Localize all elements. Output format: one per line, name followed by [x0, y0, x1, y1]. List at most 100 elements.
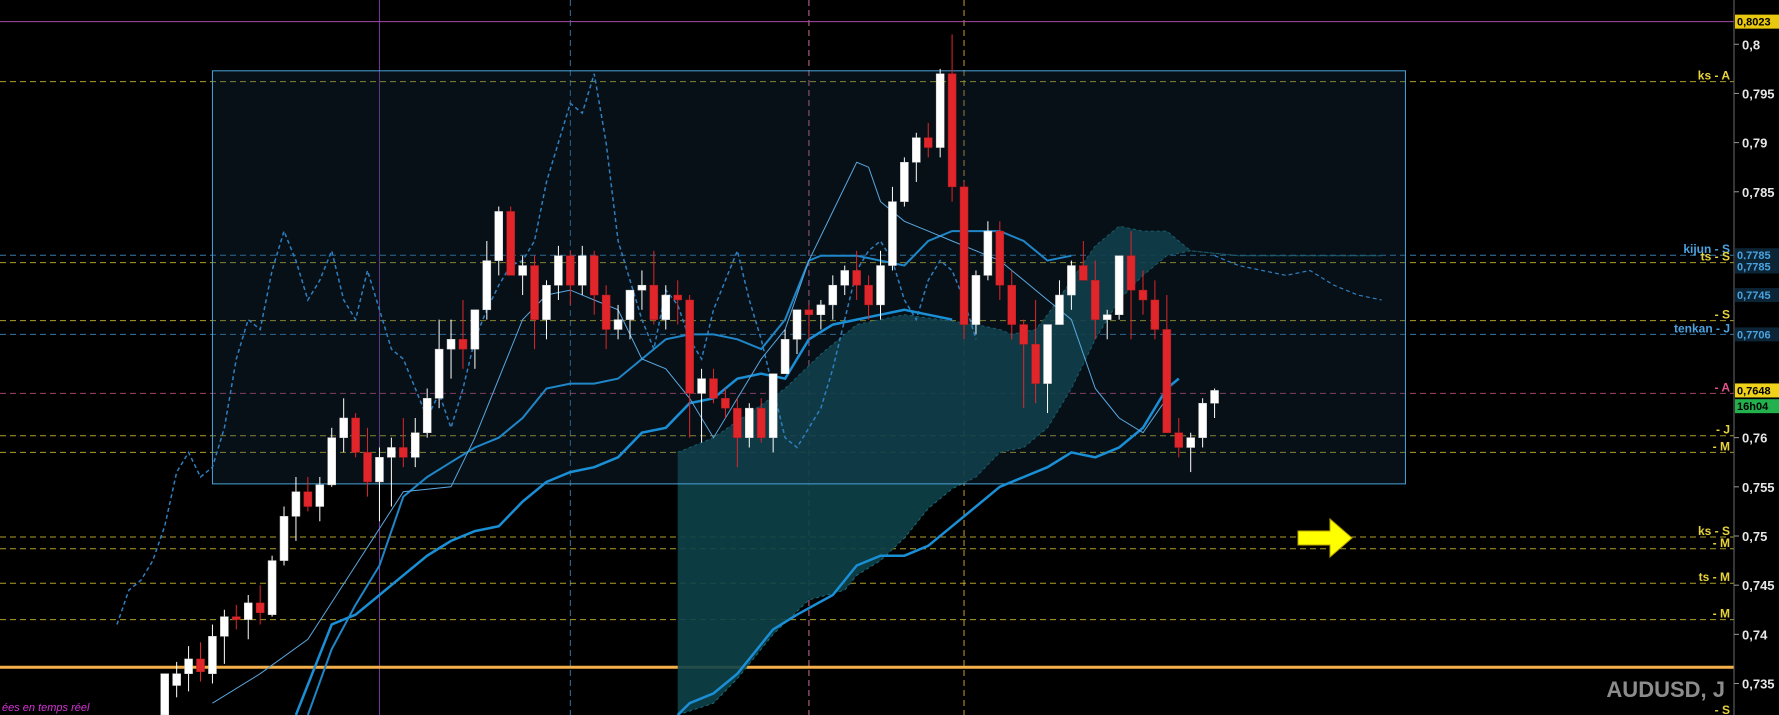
candle-body-60	[876, 265, 885, 306]
candle-body-85	[1174, 432, 1184, 448]
candle-body-69	[983, 230, 993, 276]
candle-body-62	[900, 162, 909, 202]
candle-body-21	[411, 432, 420, 458]
candle-body-9	[267, 560, 277, 615]
candle-body-50	[756, 407, 766, 438]
candle-body-48	[733, 407, 742, 438]
level-label-6: - J	[1716, 423, 1730, 437]
candle-body-64	[923, 137, 933, 148]
candle-body-54	[804, 309, 814, 315]
price-tag-label-3: 0,7745	[1737, 290, 1771, 302]
candle-body-45	[697, 378, 706, 394]
candle-body-75	[1055, 294, 1064, 325]
candle-body-25	[458, 339, 468, 350]
candle-body-49	[745, 407, 754, 438]
candle-body-15	[339, 417, 348, 438]
candle-body-67	[959, 186, 969, 325]
candle-body-71	[1007, 284, 1016, 325]
candle-body-10	[279, 516, 289, 561]
candle-body-59	[864, 284, 873, 306]
candle-body-12	[303, 491, 313, 507]
y-tick-label-6: 0,75	[1742, 529, 1767, 544]
candle-body-36	[589, 255, 599, 296]
level-label-4: tenkan - J	[1674, 321, 1730, 335]
candle-body-86	[1186, 437, 1195, 448]
candle-body-66	[947, 73, 957, 188]
candle-body-56	[828, 284, 838, 306]
candle-body-8	[255, 602, 265, 613]
ichimoku-chart[interactable]: ks - Akijun - Sts - S- Stenkan - J- A- J…	[0, 0, 1779, 715]
candle-body-26	[470, 309, 480, 350]
candle-body-41	[649, 284, 659, 320]
candle-body-68	[971, 275, 981, 325]
candle-body-57	[840, 270, 849, 286]
candle-body-33	[554, 255, 563, 286]
candle-body-81	[1126, 255, 1136, 291]
y-tick-label-4: 0,76	[1742, 431, 1767, 446]
level-label-9: - M	[1713, 536, 1730, 550]
candle-body-27	[482, 260, 492, 311]
candle-body-73	[1031, 343, 1040, 384]
candle-body-22	[422, 398, 432, 433]
candle-body-5	[220, 616, 229, 637]
symbol-label: AUDUSD, J	[1606, 677, 1725, 702]
candle-body-38	[613, 319, 623, 330]
candle-body-44	[685, 299, 694, 394]
level-label-5: - A	[1714, 380, 1730, 394]
candle-body-30	[518, 265, 527, 276]
level-label-10: ts - M	[1699, 570, 1730, 584]
candle-body-88	[1210, 390, 1219, 404]
candle-body-58	[852, 270, 861, 286]
candle-body-20	[399, 447, 408, 458]
candle-body-14	[327, 437, 336, 486]
candle-body-29	[506, 211, 515, 276]
candle-body-65	[935, 73, 945, 148]
candle-body-46	[709, 378, 718, 399]
candle-body-19	[387, 447, 396, 458]
y-tick-label-8: 0,74	[1742, 627, 1768, 642]
realtime-footer: ées en temps réel	[2, 702, 90, 714]
price-tag-label-2: 0,7785	[1737, 262, 1771, 274]
candle-body-72	[1019, 324, 1028, 345]
candle-body-3	[196, 658, 205, 672]
candle-body-28	[494, 211, 504, 261]
candle-body-13	[315, 484, 325, 507]
level-label-2: ts - S	[1701, 250, 1730, 264]
candle-body-43	[673, 294, 682, 301]
y-tick-label-1: 0,795	[1742, 86, 1775, 101]
level-label-7: - M	[1713, 439, 1730, 453]
candle-body-31	[530, 265, 539, 320]
candle-body-18	[375, 457, 384, 483]
price-tag-label-5: 0,7648	[1737, 385, 1771, 397]
level-label-0: ks - A	[1698, 69, 1731, 83]
candle-body-76	[1067, 265, 1076, 296]
range-box	[211, 70, 1406, 485]
candle-body-34	[566, 255, 575, 286]
candle-body-51	[768, 373, 778, 438]
price-tag-label-6: 16h04	[1737, 401, 1769, 413]
candle-body-7	[243, 602, 253, 620]
candle-body-37	[601, 294, 611, 330]
candle-body-0	[160, 673, 169, 715]
candle-body-84	[1162, 329, 1172, 433]
candle-body-40	[637, 284, 647, 291]
candle-body-74	[1043, 324, 1052, 384]
candle-body-6	[232, 616, 241, 620]
candle-body-4	[208, 636, 217, 674]
price-tag-label-0: 0,8023	[1737, 17, 1771, 29]
candle-body-79	[1102, 314, 1112, 320]
y-tick-label-3: 0,785	[1742, 185, 1775, 200]
level-label-3: - S	[1715, 308, 1730, 322]
candle-body-42	[661, 294, 671, 320]
candle-body-77	[1079, 265, 1088, 281]
candle-body-83	[1150, 299, 1160, 330]
y-tick-label-0: 0,8	[1742, 37, 1760, 52]
candle-body-87	[1198, 402, 1207, 438]
candle-body-80	[1114, 255, 1124, 315]
candle-body-61	[888, 201, 897, 266]
candle-body-32	[542, 284, 551, 320]
candle-body-24	[446, 339, 456, 350]
y-tick-label-7: 0,745	[1742, 578, 1775, 593]
candle-body-47	[721, 398, 730, 409]
candle-body-78	[1091, 280, 1100, 320]
